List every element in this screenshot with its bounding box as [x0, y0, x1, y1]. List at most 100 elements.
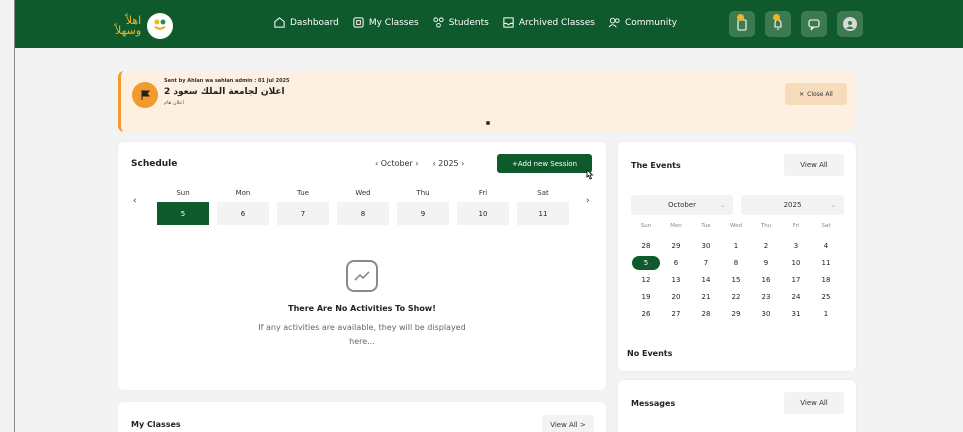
- nav-community-label: Community: [624, 17, 678, 28]
- archive-icon: [503, 17, 514, 28]
- day-number: 5: [157, 202, 209, 225]
- calendar-day[interactable]: 13: [661, 276, 691, 284]
- calendar-day[interactable]: 27: [661, 310, 691, 318]
- calendar-day[interactable]: 7: [691, 259, 721, 267]
- top-navbar: اهلاً وسهلاً Dashboard My Classes Studen…: [15, 0, 963, 48]
- calendar-day[interactable]: 31: [781, 310, 811, 318]
- messages-card: Messages View All: [618, 380, 856, 432]
- calendar-day[interactable]: 10: [781, 259, 811, 267]
- calendar-day[interactable]: 22: [721, 293, 751, 301]
- weekday-label: Sun: [640, 222, 652, 229]
- calendar-day[interactable]: 30: [691, 242, 721, 250]
- month-switcher[interactable]: ‹ October ›: [375, 159, 419, 168]
- calendar-day[interactable]: 20: [661, 293, 691, 301]
- prev-month-icon[interactable]: ‹: [375, 159, 378, 168]
- logo-emblem-icon: [147, 13, 174, 39]
- next-month-icon[interactable]: ›: [415, 159, 418, 168]
- day-name: Sun: [176, 189, 190, 197]
- assignments-button[interactable]: [729, 11, 755, 37]
- calendar-day[interactable]: 28: [691, 310, 721, 318]
- messages-view-all-button[interactable]: View All: [784, 392, 844, 414]
- prev-week-icon[interactable]: ‹: [133, 196, 137, 206]
- day-name: Mon: [235, 189, 251, 197]
- my-classes-view-all-button[interactable]: View All >: [542, 415, 594, 432]
- calendar-day[interactable]: 18: [811, 276, 841, 284]
- day-name: Thu: [416, 189, 430, 197]
- chat-button[interactable]: [801, 11, 827, 37]
- chevron-down-icon: ⌄: [719, 201, 725, 209]
- no-events-label: No Events: [627, 349, 673, 358]
- brand-logo[interactable]: اهلاً وسهلاً: [115, 13, 174, 39]
- calendar-day[interactable]: 2: [751, 242, 781, 250]
- schedule-card: Schedule ‹ October › ‹ 2025 › +Add new S…: [118, 142, 606, 390]
- calendar-day[interactable]: 8: [721, 259, 751, 267]
- month-select[interactable]: October ⌄: [631, 195, 733, 215]
- main-nav: Dashboard My Classes Students Archived C…: [273, 16, 677, 29]
- events-calendar: Sun Mon Tue Wed Thu Fri Sat 28 29 30 1 2…: [631, 220, 841, 322]
- home-icon: [274, 17, 285, 28]
- logo-text-line2: وسهلاً: [115, 24, 142, 37]
- calendar-day[interactable]: 9: [751, 259, 781, 267]
- close-all-button[interactable]: ✕ Close All: [785, 83, 847, 105]
- weekday-label: Wed: [730, 222, 742, 229]
- nav-my-classes[interactable]: My Classes: [352, 16, 419, 29]
- selected-month: October: [667, 201, 696, 209]
- announcement-sender: Sent by Ahlan wa sahlan admin : 01 Jul 2…: [164, 78, 290, 84]
- day-number: 7: [277, 202, 329, 225]
- day-wed[interactable]: Wed 8: [337, 189, 389, 225]
- nav-students[interactable]: Students: [432, 16, 489, 29]
- next-week-icon[interactable]: ›: [586, 196, 590, 206]
- carousel-dot[interactable]: [486, 121, 490, 125]
- day-fri[interactable]: Fri 10: [457, 189, 509, 225]
- calendar-day[interactable]: 28: [631, 242, 661, 250]
- prev-year-icon[interactable]: ‹: [433, 159, 436, 168]
- calendar-day[interactable]: 4: [811, 242, 841, 250]
- calendar-day[interactable]: 16: [751, 276, 781, 284]
- calendar-day[interactable]: 1: [811, 310, 841, 318]
- events-view-all-button[interactable]: View All: [784, 154, 844, 176]
- calendar-day[interactable]: 15: [721, 276, 751, 284]
- calendar-day[interactable]: 29: [721, 310, 751, 318]
- calendar-day[interactable]: 14: [691, 276, 721, 284]
- day-tue[interactable]: Tue 7: [277, 189, 329, 225]
- day-mon[interactable]: Mon 6: [217, 189, 269, 225]
- calendar-day[interactable]: 1: [721, 242, 751, 250]
- day-number: 6: [217, 202, 269, 225]
- year-switcher[interactable]: ‹ 2025 ›: [433, 159, 465, 168]
- nav-dashboard[interactable]: Dashboard: [273, 16, 339, 29]
- day-sun[interactable]: Sun 5: [157, 189, 209, 225]
- add-session-button[interactable]: +Add new Session: [497, 154, 592, 173]
- day-name: Fri: [478, 189, 488, 197]
- calendar-day[interactable]: 25: [811, 293, 841, 301]
- calendar-day-today[interactable]: 5: [631, 255, 661, 270]
- calendar-day[interactable]: 29: [661, 242, 691, 250]
- notifications-button[interactable]: [765, 11, 791, 37]
- profile-button[interactable]: [837, 11, 863, 37]
- top-actions: [729, 11, 863, 37]
- calendar-day[interactable]: 3: [781, 242, 811, 250]
- calendar-day[interactable]: 30: [751, 310, 781, 318]
- weekday-label: Fri: [792, 222, 800, 229]
- calendar-day[interactable]: 24: [781, 293, 811, 301]
- messages-title: Messages: [631, 399, 676, 408]
- announcement-title: اعلان لجامعة الملك سعود 2: [164, 87, 285, 97]
- calendar-day[interactable]: 11: [811, 259, 841, 267]
- calendar-day[interactable]: 26: [631, 310, 661, 318]
- schedule-month: October: [380, 159, 413, 168]
- calendar-day[interactable]: 12: [631, 276, 661, 284]
- calendar-week: 19 20 21 22 23 24 25: [631, 288, 841, 305]
- calendar-day[interactable]: 21: [691, 293, 721, 301]
- calendar-day[interactable]: 19: [631, 293, 661, 301]
- nav-archived-classes[interactable]: Archived Classes: [502, 16, 595, 29]
- day-thu[interactable]: Thu 9: [397, 189, 449, 225]
- nav-community[interactable]: Community: [608, 16, 677, 29]
- next-year-icon[interactable]: ›: [461, 159, 464, 168]
- calendar-day[interactable]: 6: [661, 259, 691, 267]
- calendar-week: 26 27 28 29 30 31 1: [631, 305, 841, 322]
- my-classes-card: My Classes View All >: [118, 402, 606, 432]
- calendar-day[interactable]: 23: [751, 293, 781, 301]
- weekday-label: Mon: [670, 222, 682, 229]
- day-sat[interactable]: Sat 11: [517, 189, 569, 225]
- year-select[interactable]: 2025 ⌄: [741, 195, 844, 215]
- calendar-day[interactable]: 17: [781, 276, 811, 284]
